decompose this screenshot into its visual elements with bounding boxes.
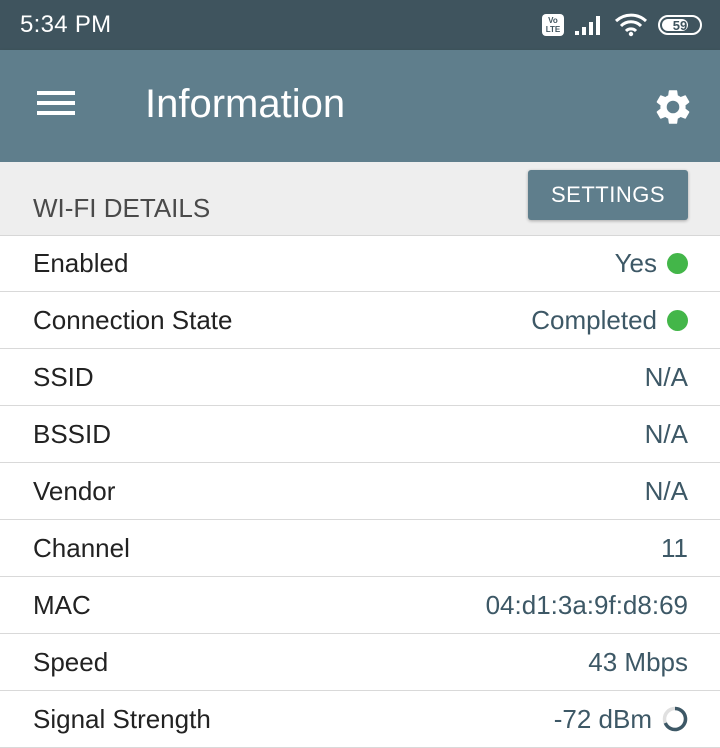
volte-icon: Vo LTE	[542, 14, 564, 36]
wifi-details-list: Enabled Yes Connection State Completed S…	[0, 235, 720, 748]
battery-body: 59	[658, 15, 702, 35]
row-value: 04:d1:3a:9f:d8:69	[485, 589, 688, 620]
row-value-group: Yes	[615, 248, 688, 279]
status-time: 5:34 PM	[20, 11, 112, 38]
volte-top-label: Vo	[548, 16, 558, 25]
row-value: Yes	[614, 247, 657, 278]
row-value: 11	[661, 532, 688, 563]
row-label: Channel	[33, 532, 130, 563]
row-label: Vendor	[33, 475, 116, 506]
row-value: N/A	[644, 475, 688, 506]
status-bar: 5:34 PM Vo LTE 59	[0, 0, 720, 50]
volte-bottom-label: LTE	[545, 25, 561, 34]
row-value: -72 dBm	[553, 703, 652, 734]
section-title: WI-FI DETAILS	[33, 193, 211, 223]
row-enabled: Enabled Yes	[0, 235, 720, 292]
row-label: MAC	[33, 589, 91, 620]
row-label: Signal Strength	[33, 703, 211, 734]
row-connection-state: Connection State Completed	[0, 292, 720, 349]
row-label: BSSID	[33, 418, 112, 449]
page-title: Information	[145, 82, 346, 126]
wifi-icon	[614, 13, 648, 37]
row-ssid: SSID N/A	[0, 349, 720, 406]
row-channel: Channel 11	[0, 520, 720, 577]
wifi-details-header: WI-FI DETAILS SETTINGS	[0, 162, 720, 236]
row-value: N/A	[644, 418, 688, 449]
row-vendor: Vendor N/A	[0, 463, 720, 520]
battery-level: 59	[672, 17, 688, 33]
row-label: SSID	[33, 361, 94, 392]
battery-icon: 59	[658, 15, 702, 35]
menu-icon[interactable]	[34, 86, 78, 126]
row-value-group: Completed	[531, 305, 688, 336]
settings-button[interactable]: SETTINGS	[528, 170, 688, 220]
row-value-group: -72 dBm	[554, 704, 688, 735]
row-label: Connection State	[33, 304, 233, 335]
row-label: Enabled	[33, 247, 129, 278]
row-label: Speed	[33, 646, 109, 677]
row-bssid: BSSID N/A	[0, 406, 720, 463]
gear-icon[interactable]	[652, 86, 694, 128]
row-signal-strength: Signal Strength -72 dBm	[0, 691, 720, 748]
status-green-dot-icon	[667, 309, 688, 331]
status-green-dot-icon	[667, 252, 688, 274]
signal-strength-ring-icon	[662, 706, 688, 732]
row-value: N/A	[644, 361, 688, 392]
status-icons: Vo LTE 59	[542, 12, 702, 38]
signal-icon	[575, 16, 600, 35]
row-value: Completed	[531, 304, 657, 335]
row-mac: MAC 04:d1:3a:9f:d8:69	[0, 577, 720, 634]
app-bar: Information	[0, 50, 720, 162]
row-value: 43 Mbps	[588, 646, 688, 677]
row-speed: Speed 43 Mbps	[0, 634, 720, 691]
